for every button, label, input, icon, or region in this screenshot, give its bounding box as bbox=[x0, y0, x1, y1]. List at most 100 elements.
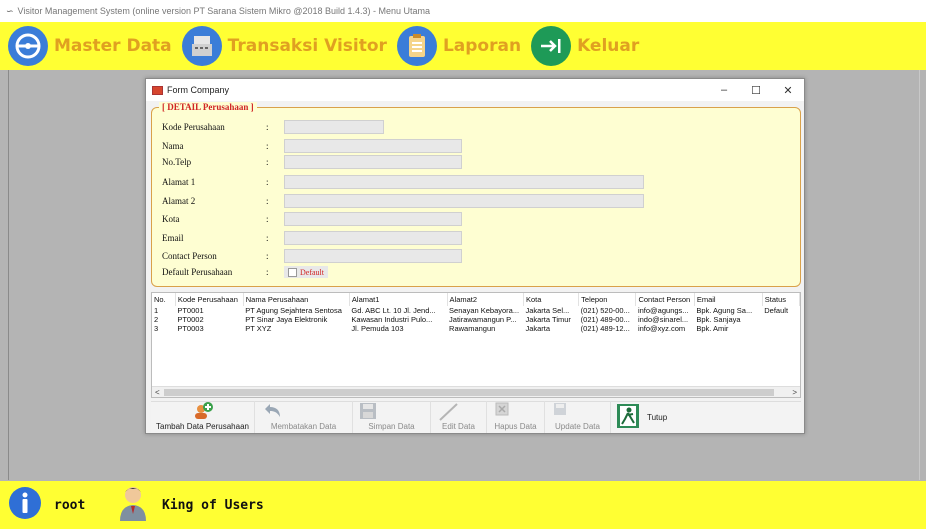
close-window-button[interactable]: ✕ bbox=[772, 84, 804, 97]
col-header-kota[interactable]: Kota bbox=[523, 293, 580, 306]
table-row[interactable]: 1 PT0001 PT Agung Sejahtera Sentosa Gd. … bbox=[152, 306, 800, 315]
cash-register-icon bbox=[181, 26, 222, 66]
add-company-label: Tambah Data Perusahaan bbox=[156, 422, 249, 431]
field-row-alamat2: Alamat 2 : bbox=[162, 194, 644, 208]
form-company-window: Form Company – ☐ ✕ [ DETAIL Perusahaan ]… bbox=[145, 78, 805, 434]
app-title: Visitor Management System (online versio… bbox=[17, 6, 431, 16]
horizontal-scrollbar[interactable]: < > bbox=[152, 386, 800, 397]
kota-input[interactable] bbox=[284, 212, 462, 226]
col-header-alamat2[interactable]: Alamat2 bbox=[447, 293, 524, 306]
field-row-contact: Contact Person : bbox=[162, 249, 462, 263]
cell-contact: info@agungs... bbox=[637, 306, 689, 315]
add-user-icon bbox=[192, 402, 214, 422]
field-row-default: Default Perusahaan : Default bbox=[162, 266, 328, 278]
col-header-contact[interactable]: Contact Person bbox=[635, 293, 695, 306]
grid-header-row: No. Kode Perusahaan Nama Perusahaan Alam… bbox=[152, 293, 800, 306]
cell-email: Bpk. Amir bbox=[696, 324, 729, 333]
main-menu-bar: Master Data Transaksi Visitor Laporan Ke… bbox=[0, 22, 926, 70]
exit-runner-icon bbox=[617, 404, 639, 430]
colon: : bbox=[266, 157, 269, 167]
cell-no: 1 bbox=[154, 306, 159, 315]
col-header-email[interactable]: Email bbox=[694, 293, 763, 306]
col-header-kode[interactable]: Kode Perusahaan bbox=[175, 293, 244, 306]
col-header-no[interactable]: No. bbox=[152, 293, 176, 306]
kota-label: Kota bbox=[162, 214, 180, 224]
edit-button[interactable]: Edit Data bbox=[431, 401, 487, 433]
cell-status bbox=[762, 315, 799, 324]
close-label: Tutup bbox=[647, 412, 668, 422]
steering-wheel-icon bbox=[8, 26, 48, 66]
menu-keluar[interactable]: Keluar bbox=[531, 26, 639, 66]
save-disk-icon bbox=[359, 402, 377, 422]
nama-input[interactable] bbox=[284, 139, 462, 153]
col-header-status[interactable]: Status bbox=[762, 293, 800, 306]
alamat2-input[interactable] bbox=[284, 194, 644, 208]
exit-arrow-icon bbox=[531, 26, 572, 66]
cell-kode: PT0002 bbox=[177, 315, 204, 324]
update-label: Update Data bbox=[555, 422, 600, 431]
info-icon bbox=[8, 486, 42, 525]
cell-alamat1: Jl. Pemuda 103 bbox=[351, 324, 404, 333]
form-title-bar[interactable]: Form Company – ☐ ✕ bbox=[146, 79, 804, 101]
default-perusahaan-checkbox[interactable]: Default bbox=[284, 266, 328, 278]
update-button[interactable]: Update Data bbox=[545, 401, 611, 433]
table-row[interactable]: 3 PT0003 PT XYZ Jl. Pemuda 103 Rawamangu… bbox=[152, 324, 800, 333]
cell-kota: Jakarta Sel... bbox=[525, 306, 570, 315]
kode-label: Kode Perusahaan bbox=[162, 122, 225, 132]
scroll-left-icon[interactable]: < bbox=[155, 388, 160, 397]
alamat1-label: Alamat 1 bbox=[162, 177, 196, 187]
telp-label: No.Telp bbox=[162, 157, 192, 167]
cell-nama: PT Agung Sejahtera Sentosa bbox=[245, 306, 342, 315]
cancel-button[interactable]: Membatakan Data bbox=[255, 401, 353, 433]
col-header-telepon[interactable]: Telepon bbox=[578, 293, 637, 306]
scroll-right-icon[interactable]: > bbox=[792, 388, 797, 397]
email-label: Email bbox=[162, 233, 184, 243]
menu-transaksi-visitor[interactable]: Transaksi Visitor bbox=[181, 26, 387, 66]
user-avatar-icon bbox=[116, 484, 150, 527]
colon: : bbox=[266, 177, 269, 187]
menu-master-data[interactable]: Master Data bbox=[8, 26, 172, 66]
menu-master-data-label: Master Data bbox=[54, 36, 172, 56]
delete-button[interactable]: Hapus Data bbox=[487, 401, 545, 433]
menu-keluar-label: Keluar bbox=[577, 36, 640, 56]
form-toolbar: Tambah Data Perusahaan Membatakan Data S… bbox=[151, 401, 801, 433]
menu-laporan[interactable]: Laporan bbox=[396, 26, 521, 66]
default-checkbox-label: Default bbox=[300, 267, 324, 277]
close-button[interactable]: Tutup bbox=[611, 401, 691, 433]
colon: : bbox=[266, 141, 269, 151]
colon: : bbox=[266, 267, 269, 277]
colon: : bbox=[266, 122, 269, 132]
save-label: Simpan Data bbox=[368, 422, 415, 431]
alamat1-input[interactable] bbox=[284, 175, 644, 189]
app-icon: ∽ bbox=[6, 5, 14, 16]
email-input[interactable] bbox=[284, 231, 462, 245]
field-row-nama: Nama : bbox=[162, 139, 462, 153]
col-header-alamat1[interactable]: Alamat1 bbox=[349, 293, 448, 306]
checkbox-box bbox=[288, 267, 297, 277]
kode-perusahaan-input[interactable] bbox=[284, 120, 384, 134]
field-row-kota: Kota : bbox=[162, 212, 462, 226]
table-row[interactable]: 2 PT0002 PT Sinar Jaya Elektronik Kawasa… bbox=[152, 315, 800, 324]
maximize-button[interactable]: ☐ bbox=[740, 84, 772, 97]
save-button[interactable]: Simpan Data bbox=[353, 401, 431, 433]
add-company-button[interactable]: Tambah Data Perusahaan bbox=[151, 401, 255, 433]
cell-telepon: (021) 489-00... bbox=[580, 315, 630, 324]
clipboard-icon bbox=[396, 26, 437, 66]
col-header-nama[interactable]: Nama Perusahaan bbox=[243, 293, 350, 306]
cell-email: Bpk. Sanjaya bbox=[696, 315, 741, 324]
field-row-alamat1: Alamat 1 : bbox=[162, 175, 644, 189]
cell-nama: PT Sinar Jaya Elektronik bbox=[245, 315, 328, 324]
colon: : bbox=[266, 214, 269, 224]
delete-label: Hapus Data bbox=[494, 422, 537, 431]
no-telp-input[interactable] bbox=[284, 155, 462, 169]
cell-no: 2 bbox=[154, 315, 159, 324]
scroll-thumb[interactable] bbox=[164, 388, 774, 396]
colon: : bbox=[266, 196, 269, 206]
default-label: Default Perusahaan bbox=[162, 267, 233, 277]
cell-telepon: (021) 520-00... bbox=[580, 306, 630, 315]
contact-person-input[interactable] bbox=[284, 249, 462, 263]
minimize-button[interactable]: – bbox=[708, 84, 740, 97]
cell-no: 3 bbox=[154, 324, 159, 333]
company-grid: No. Kode Perusahaan Nama Perusahaan Alam… bbox=[151, 292, 801, 398]
field-row-telp: No.Telp : bbox=[162, 155, 462, 169]
